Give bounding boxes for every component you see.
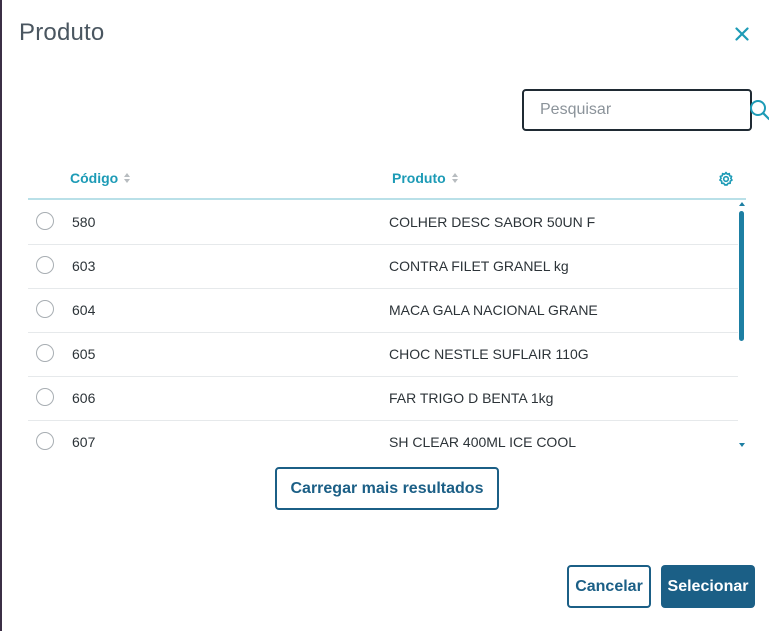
cancel-button[interactable]: Cancelar xyxy=(567,565,651,608)
row-radio[interactable] xyxy=(36,432,54,450)
column-header-product[interactable]: Produto xyxy=(392,170,458,186)
search-box xyxy=(522,89,769,131)
search-icon[interactable] xyxy=(749,98,769,122)
table-row[interactable]: 605 CHOC NESTLE SUFLAIR 110G xyxy=(28,333,738,377)
sort-icon[interactable] xyxy=(451,173,458,183)
column-header-code[interactable]: Código xyxy=(70,170,131,186)
column-header-label: Produto xyxy=(392,170,446,186)
scroll-down-arrow-icon[interactable] xyxy=(739,443,745,447)
product-dialog: Produto Código Produto xyxy=(0,0,769,631)
table-row[interactable]: 606 FAR TRIGO D BENTA 1kg xyxy=(28,377,738,421)
table-row[interactable]: 603 CONTRA FILET GRANEL kg xyxy=(28,245,738,289)
dialog-title: Produto xyxy=(19,19,105,46)
sort-icon[interactable] xyxy=(124,173,131,183)
scroll-up-arrow-icon[interactable] xyxy=(739,202,745,206)
cell-code: 606 xyxy=(72,390,96,406)
row-radio[interactable] xyxy=(36,344,54,362)
cell-code: 605 xyxy=(72,346,96,362)
table-row[interactable]: 604 MACA GALA NACIONAL GRANE xyxy=(28,289,738,333)
scrollbar-thumb[interactable] xyxy=(739,211,744,341)
table-scrollbar[interactable] xyxy=(738,201,748,451)
table-row[interactable]: 607 SH CLEAR 400ML ICE COOL xyxy=(28,421,738,451)
cell-product: CHOC NESTLE SUFLAIR 110G xyxy=(389,346,589,362)
table-row[interactable]: 580 COLHER DESC SABOR 50UN F xyxy=(28,201,738,245)
row-radio[interactable] xyxy=(36,212,54,230)
cell-product: MACA GALA NACIONAL GRANE xyxy=(389,302,598,318)
row-radio[interactable] xyxy=(36,388,54,406)
select-button[interactable]: Selecionar xyxy=(661,565,755,608)
gear-icon xyxy=(719,171,733,186)
table-body: 580 COLHER DESC SABOR 50UN F 603 CONTRA … xyxy=(28,201,738,451)
row-radio[interactable] xyxy=(36,300,54,318)
close-icon xyxy=(735,27,749,41)
cell-product: COLHER DESC SABOR 50UN F xyxy=(389,214,596,230)
cell-product: CONTRA FILET GRANEL kg xyxy=(389,258,569,274)
cell-product: FAR TRIGO D BENTA 1kg xyxy=(389,390,554,406)
table-header: Código Produto xyxy=(28,160,746,200)
cell-code: 603 xyxy=(72,258,96,274)
cell-code: 580 xyxy=(72,214,96,230)
cell-product: SH CLEAR 400ML ICE COOL xyxy=(389,434,576,450)
cell-code: 604 xyxy=(72,302,96,318)
search-input[interactable] xyxy=(538,90,749,130)
column-settings-button[interactable] xyxy=(718,171,736,189)
close-button[interactable] xyxy=(729,21,755,47)
load-more-button[interactable]: Carregar mais resultados xyxy=(275,467,499,510)
column-header-label: Código xyxy=(70,170,119,186)
cell-code: 607 xyxy=(72,434,96,450)
row-radio[interactable] xyxy=(36,256,54,274)
